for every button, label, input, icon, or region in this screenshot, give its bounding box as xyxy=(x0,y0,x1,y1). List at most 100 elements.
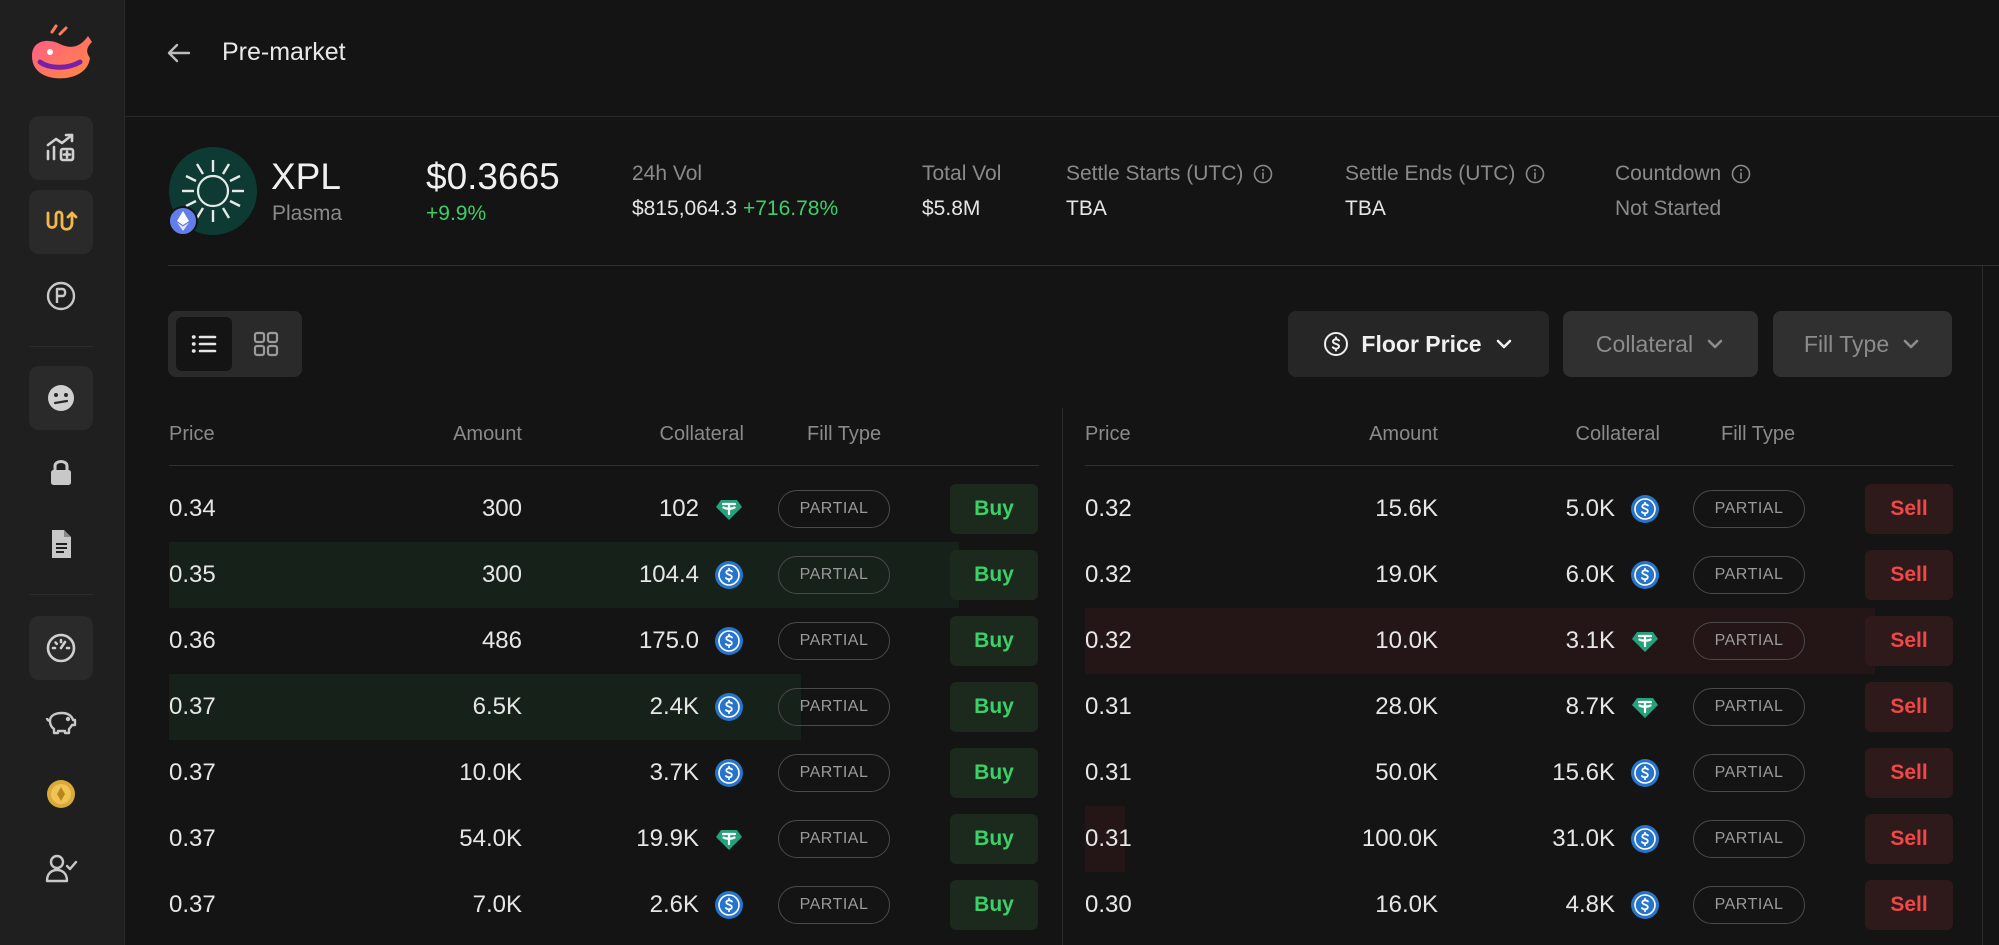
emoji-icon xyxy=(48,385,74,411)
order-collateral: 2.6K xyxy=(649,891,699,918)
info-icon[interactable] xyxy=(1525,164,1545,184)
order-collateral: 5.0K xyxy=(1565,495,1615,522)
user-check-icon xyxy=(45,854,78,883)
order-collateral: 31.0K xyxy=(1552,825,1615,852)
buy-button[interactable]: Buy xyxy=(950,616,1038,666)
buy-button[interactable]: Buy xyxy=(950,814,1038,864)
usdc-icon xyxy=(1630,890,1660,920)
buy-button[interactable]: Buy xyxy=(950,550,1038,600)
buy-order-row[interactable]: 0.37 54.0K 19.9K PARTIAL Buy xyxy=(169,806,1042,872)
order-price: 0.37 xyxy=(169,891,216,918)
usdt-icon xyxy=(1630,692,1660,722)
usdc-icon xyxy=(714,890,744,920)
fill-type-badge: PARTIAL xyxy=(1693,754,1805,792)
fill-type-badge: PARTIAL xyxy=(778,886,890,924)
sell-order-row[interactable]: 0.32 19.0K 6.0K PARTIAL Sell xyxy=(1085,542,1953,608)
fill-type-dropdown[interactable]: Fill Type xyxy=(1773,311,1952,377)
order-collateral: 2.4K xyxy=(649,693,699,720)
buy-order-row[interactable]: 0.37 6.5K 2.4K PARTIAL Buy xyxy=(169,674,1042,740)
order-collateral: 104.4 xyxy=(638,561,699,588)
sell-order-row[interactable]: 0.31 100.0K 31.0K PARTIAL Sell xyxy=(1085,806,1953,872)
document-icon xyxy=(52,530,71,558)
sell-button[interactable]: Sell xyxy=(1865,484,1953,534)
info-icon[interactable] xyxy=(1731,164,1751,184)
buy-order-row[interactable]: 0.34 300 102 PARTIAL Buy xyxy=(169,476,1042,542)
sidebar-item-dashboard[interactable] xyxy=(29,616,93,680)
sell-order-row[interactable]: 0.31 50.0K 15.6K PARTIAL Sell xyxy=(1085,740,1953,806)
order-collateral: 3.1K xyxy=(1565,627,1615,654)
whale-logo-icon[interactable] xyxy=(26,22,96,86)
buy-order-row[interactable]: 0.37 7.0K 2.6K PARTIAL Buy xyxy=(169,872,1042,938)
page-title: Pre-market xyxy=(222,38,346,66)
sell-button[interactable]: Sell xyxy=(1865,748,1953,798)
sell-order-row[interactable]: 0.30 16.0K 4.8K PARTIAL Sell xyxy=(1085,872,1953,938)
list-view-button[interactable] xyxy=(176,317,232,371)
vol24h-change: +716.78% xyxy=(742,197,839,220)
stat-countdown-value: Not Started xyxy=(1615,197,1722,220)
order-amount: 10.0K xyxy=(459,759,522,786)
usdc-icon xyxy=(1630,824,1660,854)
order-price: 0.37 xyxy=(169,759,216,786)
buy-order-row[interactable]: 0.35 300 104.4 PARTIAL Buy xyxy=(169,542,1042,608)
floor-price-dropdown[interactable]: Floor Price xyxy=(1288,311,1549,377)
sell-order-row[interactable]: 0.32 15.6K 5.0K PARTIAL Sell xyxy=(1085,476,1953,542)
buy-header-collateral: Collateral xyxy=(659,423,744,445)
order-collateral: 8.7K xyxy=(1565,693,1615,720)
stat-settle-starts-value: TBA xyxy=(1066,197,1107,220)
grid-view-button[interactable] xyxy=(238,317,294,371)
order-amount: 300 xyxy=(481,561,522,588)
chevron-down-icon xyxy=(1707,339,1723,349)
sidebar-item-document[interactable] xyxy=(29,512,93,576)
order-price: 0.30 xyxy=(1085,891,1132,918)
buy-order-row[interactable]: 0.37 10.0K 3.7K PARTIAL Buy xyxy=(169,740,1042,806)
order-price: 0.35 xyxy=(169,561,216,588)
order-amount: 54.0K xyxy=(459,825,522,852)
panel-edge xyxy=(1982,266,1983,945)
sidebar-item-emoji[interactable] xyxy=(29,366,93,430)
sell-button[interactable]: Sell xyxy=(1865,814,1953,864)
order-amount: 50.0K xyxy=(1375,759,1438,786)
buy-button[interactable]: Buy xyxy=(950,748,1038,798)
sell-header-divider xyxy=(1085,465,1953,466)
order-amount: 7.0K xyxy=(472,891,522,918)
sell-order-row[interactable]: 0.31 28.0K 8.7K PARTIAL Sell xyxy=(1085,674,1953,740)
order-amount: 16.0K xyxy=(1375,891,1438,918)
lock-icon xyxy=(51,460,71,485)
sell-button[interactable]: Sell xyxy=(1865,682,1953,732)
token-price: $0.3665 xyxy=(426,156,560,197)
order-collateral: 102 xyxy=(658,495,699,522)
buy-button[interactable]: Buy xyxy=(950,682,1038,732)
fill-type-badge: PARTIAL xyxy=(778,556,890,594)
fill-type-badge: PARTIAL xyxy=(778,820,890,858)
fill-type-badge: PARTIAL xyxy=(1693,622,1805,660)
sidebar-item-coin[interactable] xyxy=(29,762,93,826)
stat-settle-starts-label: Settle Starts (UTC) xyxy=(1066,162,1273,186)
buy-header-price: Price xyxy=(169,423,215,445)
sell-button[interactable]: Sell xyxy=(1865,550,1953,600)
chevron-down-icon xyxy=(1496,339,1511,349)
sidebar-item-premarket[interactable] xyxy=(29,190,93,254)
collateral-label: Collateral xyxy=(1595,330,1694,357)
order-amount: 15.6K xyxy=(1375,495,1438,522)
back-arrow-icon[interactable] xyxy=(164,38,194,68)
sell-order-row[interactable]: 0.32 10.0K 3.1K PARTIAL Sell xyxy=(1085,608,1953,674)
buy-order-row[interactable]: 0.36 486 175.0 PARTIAL Buy xyxy=(169,608,1042,674)
sidebar-item-chart[interactable] xyxy=(29,116,93,180)
sidebar-item-piggy-bank[interactable] xyxy=(29,690,93,754)
sell-button[interactable]: Sell xyxy=(1865,880,1953,930)
stat-settle-ends-label: Settle Ends (UTC) xyxy=(1345,162,1545,186)
usdc-icon xyxy=(1630,758,1660,788)
sidebar-item-user-check[interactable] xyxy=(29,836,93,900)
info-icon[interactable] xyxy=(1253,164,1273,184)
collateral-dropdown[interactable]: Collateral xyxy=(1563,311,1758,377)
sidebar-item-lock[interactable] xyxy=(29,440,93,504)
vol24h-value: $815,064.3 xyxy=(632,197,738,220)
chart-icon xyxy=(46,133,75,162)
fill-type-label: Fill Type xyxy=(1803,330,1890,357)
buy-button[interactable]: Buy xyxy=(950,880,1038,930)
buy-button[interactable]: Buy xyxy=(950,484,1038,534)
sidebar-item-points[interactable] xyxy=(29,264,93,328)
sell-header-price: Price xyxy=(1085,423,1131,445)
sell-button[interactable]: Sell xyxy=(1865,616,1953,666)
sidebar-divider xyxy=(29,346,93,347)
